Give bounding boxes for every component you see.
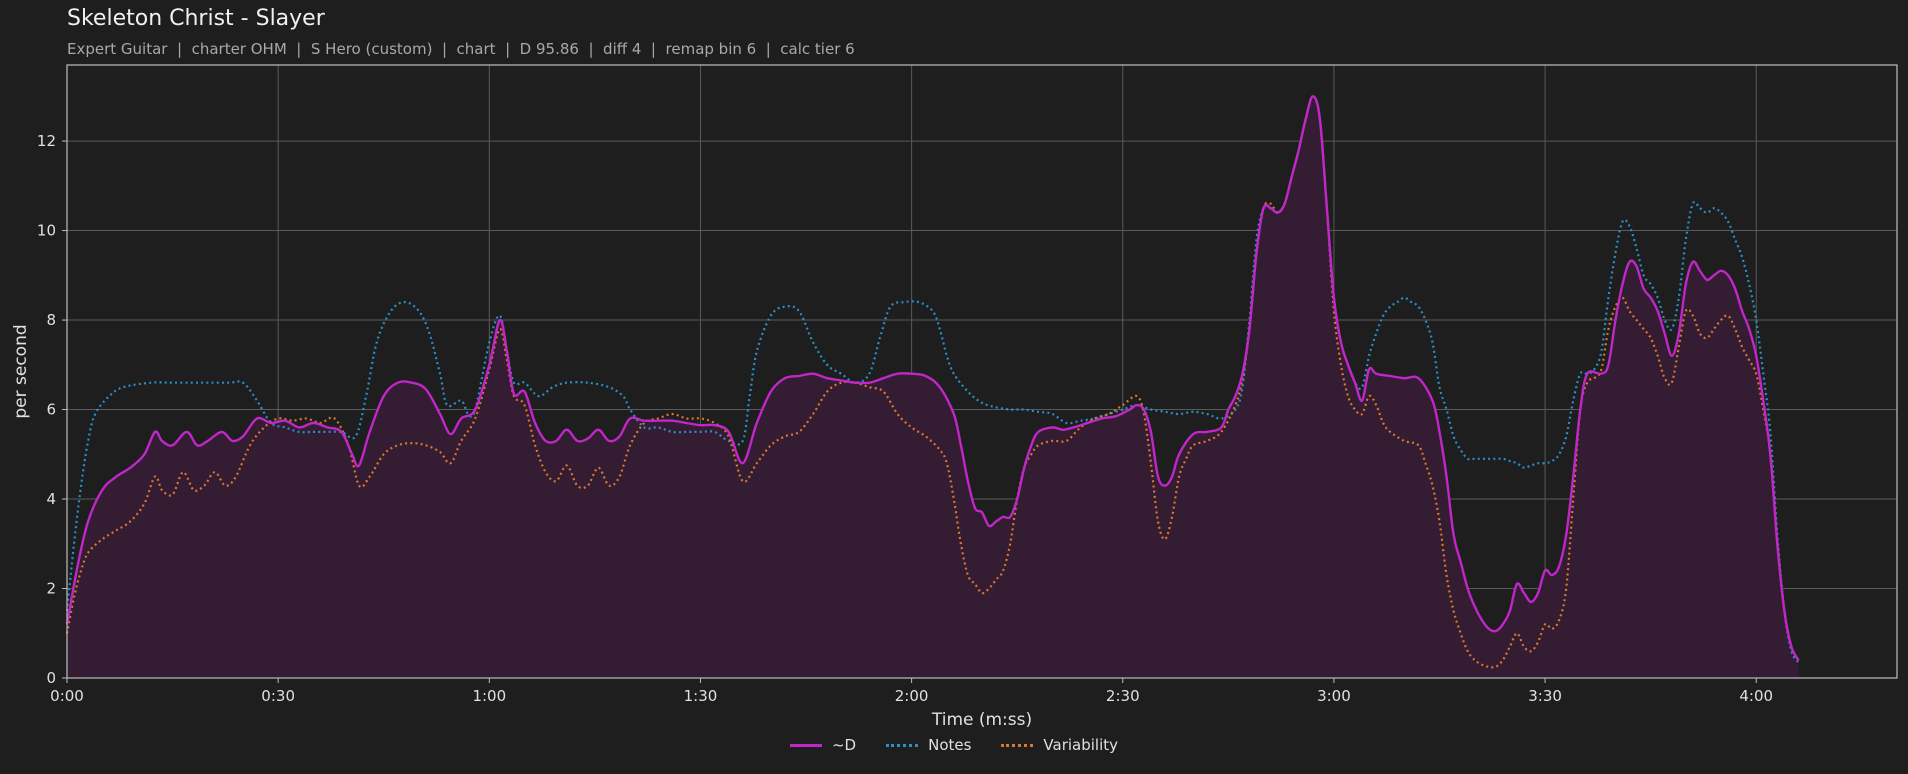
x-tick-label: 4:00 (1739, 687, 1773, 705)
x-tick-label: 3:30 (1528, 687, 1562, 705)
legend-item: ~D (789, 736, 857, 754)
y-tick-label: 6 (46, 401, 56, 419)
y-tick-label: 10 (37, 222, 56, 240)
legend-label: Variability (1043, 736, 1119, 754)
x-tick-label: 1:00 (472, 687, 506, 705)
x-tick-label: 2:30 (1106, 687, 1140, 705)
chart: 0:00 0:30 1:00 1:30 2:00 2:30 3:00 3:30 4:00 0 2 4… (11, 64, 1898, 730)
legend-swatch (886, 743, 919, 747)
y-axis-label: per second (11, 324, 31, 418)
legend: ~D Notes Variability (0, 736, 1908, 754)
y-tick-label: 0 (46, 669, 56, 687)
legend-swatch (789, 743, 822, 747)
legend-item: Notes (886, 736, 971, 754)
x-axis-label: Time (m:ss) (931, 710, 1032, 730)
x-tick-label: 0:30 (261, 687, 295, 705)
x-tick-label: 3:00 (1317, 687, 1351, 705)
x-axis-ticks: 0:00 0:30 1:00 1:30 2:00 2:30 3:00 3:30 4:00 (50, 678, 1773, 705)
legend-label: ~D (831, 736, 857, 754)
y-tick-label: 4 (46, 490, 56, 508)
y-tick-label: 12 (37, 132, 56, 150)
y-axis-ticks: 0 2 4 6 8 10 12 (37, 132, 67, 687)
y-tick-label: 8 (46, 311, 56, 329)
x-tick-label: 2:00 (895, 687, 929, 705)
x-tick-label: 1:30 (684, 687, 718, 705)
y-tick-label: 2 (46, 580, 56, 598)
legend-label: Notes (928, 736, 972, 754)
legend-item: Variability (1001, 736, 1118, 754)
legend-swatch (1001, 743, 1034, 747)
x-tick-label: 0:00 (50, 687, 84, 705)
